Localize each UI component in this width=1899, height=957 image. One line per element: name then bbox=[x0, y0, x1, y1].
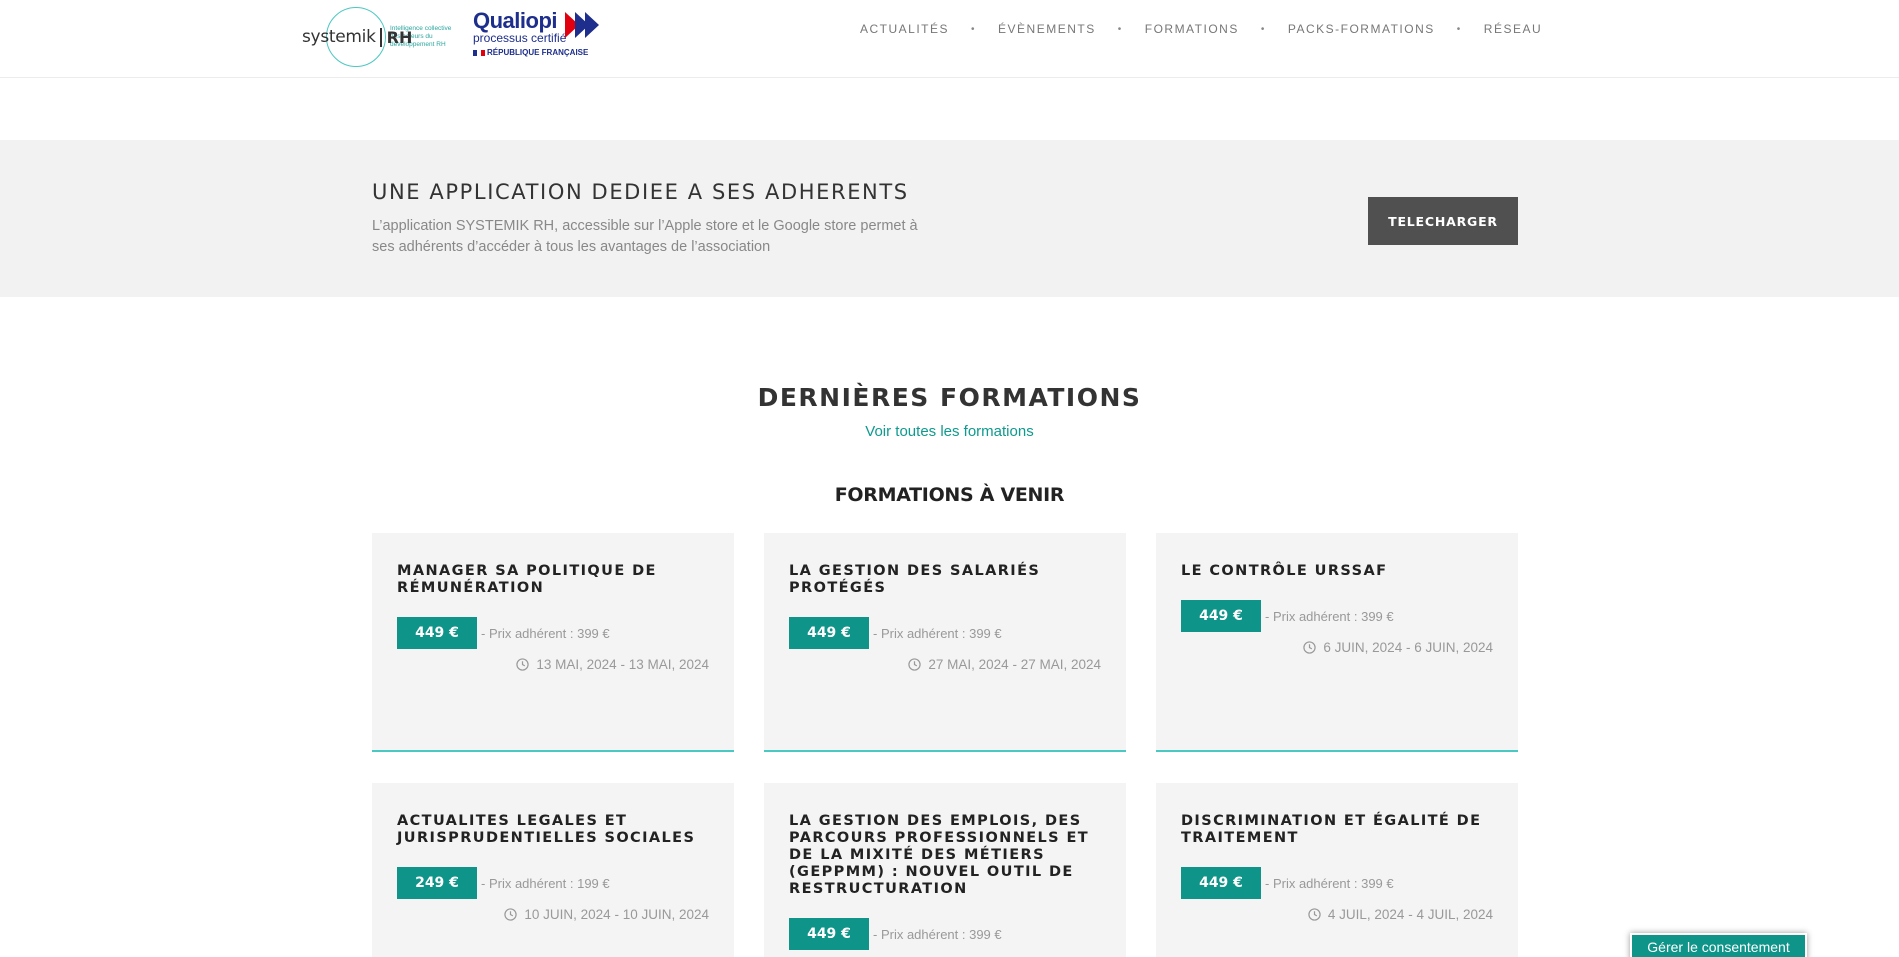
formation-title[interactable]: LA GESTION DES SALARIÉS PROTÉGÉS bbox=[789, 563, 1109, 597]
french-flag-icon bbox=[473, 49, 485, 56]
nav-separator: • bbox=[1260, 23, 1266, 35]
member-price: - Prix adhérent : 399 € bbox=[873, 625, 1002, 641]
formation-title[interactable]: MANAGER SA POLITIQUE DE RÉMUNÉRATION bbox=[397, 563, 717, 597]
formation-card[interactable]: MANAGER SA POLITIQUE DE RÉMUNÉRATION 449… bbox=[372, 533, 734, 752]
qualiopi-logo: Qualiopi processus certifié RÉPUBLIQUE F… bbox=[473, 8, 603, 68]
member-price: - Prix adhérent : 399 € bbox=[481, 625, 610, 641]
double-arrow-icon bbox=[565, 12, 599, 38]
clock-icon bbox=[908, 658, 922, 671]
formation-title[interactable]: LA GESTION DES EMPLOIS, DES PARCOURS PRO… bbox=[789, 813, 1109, 898]
formation-card[interactable]: LE CONTRÔLE URSSAF 449 € - Prix adhérent… bbox=[1156, 533, 1518, 752]
section-title: DERNIÈRES FORMATIONS bbox=[757, 383, 1142, 412]
app-promo-title: UNE APPLICATION DEDIEE A SES ADHERENTS bbox=[372, 180, 909, 204]
all-formations-link[interactable]: Voir toutes les formations bbox=[0, 423, 1899, 440]
formation-title[interactable]: DISCRIMINATION ET ÉGALITÉ DE TRAITEMENT bbox=[1181, 813, 1501, 847]
member-price: - Prix adhérent : 199 € bbox=[481, 875, 610, 891]
formation-card[interactable]: LA GESTION DES EMPLOIS, DES PARCOURS PRO… bbox=[764, 783, 1126, 957]
formation-card[interactable]: DISCRIMINATION ET ÉGALITÉ DE TRAITEMENT … bbox=[1156, 783, 1518, 957]
clock-icon bbox=[504, 908, 518, 921]
logo-rh: RH bbox=[379, 27, 412, 47]
price-row: 449 € - Prix adhérent : 399 € bbox=[789, 617, 1002, 649]
nav-separator: • bbox=[1456, 23, 1462, 35]
date-row: 10 JUIN, 2024 - 10 JUIN, 2024 bbox=[504, 907, 709, 922]
systemik-logo[interactable]: systemik RH Intelligence collective des … bbox=[302, 6, 452, 68]
price-badge: 449 € bbox=[397, 617, 477, 649]
price-row: 249 € - Prix adhérent : 199 € bbox=[397, 867, 610, 899]
nav-actualites[interactable]: ACTUALITÉS bbox=[860, 22, 949, 36]
formation-dates: 10 JUIN, 2024 - 10 JUIN, 2024 bbox=[524, 907, 709, 922]
price-badge: 449 € bbox=[1181, 867, 1261, 899]
date-row: 6 JUIN, 2024 - 6 JUIN, 2024 bbox=[1303, 640, 1493, 655]
clock-icon bbox=[1308, 908, 1321, 921]
date-row: 4 JUIL, 2024 - 4 JUIL, 2024 bbox=[1308, 907, 1493, 922]
nav-reseau[interactable]: RÉSEAU bbox=[1484, 22, 1542, 36]
consent-button[interactable]: Gérer le consentement bbox=[1630, 933, 1807, 957]
nav-separator: • bbox=[1117, 23, 1123, 35]
price-row: 449 € - Prix adhérent : 399 € bbox=[1181, 600, 1394, 632]
price-row: 449 € - Prix adhérent : 399 € bbox=[1181, 867, 1394, 899]
member-price: - Prix adhérent : 399 € bbox=[1265, 608, 1394, 624]
member-price: - Prix adhérent : 399 € bbox=[873, 926, 1002, 942]
nav-evenements[interactable]: ÉVÈNEMENTS bbox=[998, 22, 1096, 36]
app-promo-text: L’application SYSTEMIK RH, accessible su… bbox=[372, 218, 918, 255]
formation-dates: 6 JUIN, 2024 - 6 JUIN, 2024 bbox=[1323, 640, 1493, 655]
price-badge: 449 € bbox=[789, 918, 869, 950]
clock-icon bbox=[1303, 641, 1317, 654]
formation-dates: 27 MAI, 2024 - 27 MAI, 2024 bbox=[928, 657, 1101, 672]
nav-packs-formations[interactable]: PACKS-FORMATIONS bbox=[1288, 22, 1435, 36]
logo-word: systemik bbox=[302, 27, 376, 47]
formation-card[interactable]: LA GESTION DES SALARIÉS PROTÉGÉS 449 € -… bbox=[764, 533, 1126, 752]
price-badge: 249 € bbox=[397, 867, 477, 899]
site-header: systemik RH Intelligence collective des … bbox=[0, 0, 1899, 78]
date-row: 27 MAI, 2024 - 27 MAI, 2024 bbox=[908, 657, 1101, 672]
upcoming-title: FORMATIONS À VENIR bbox=[834, 484, 1065, 506]
formation-card[interactable]: ACTUALITES LEGALES ET JURISPRUDENTIELLES… bbox=[372, 783, 734, 957]
nav-formations[interactable]: FORMATIONS bbox=[1145, 22, 1239, 36]
price-badge: 449 € bbox=[789, 617, 869, 649]
formation-title[interactable]: LE CONTRÔLE URSSAF bbox=[1181, 563, 1501, 580]
date-row: 13 MAI, 2024 - 13 MAI, 2024 bbox=[516, 657, 709, 672]
app-promo-band: UNE APPLICATION DEDIEE A SES ADHERENTS L… bbox=[0, 140, 1899, 297]
clock-icon bbox=[516, 658, 530, 671]
republique-text: RÉPUBLIQUE FRANÇAISE bbox=[487, 48, 589, 57]
price-row: 449 € - Prix adhérent : 399 € bbox=[789, 918, 1002, 950]
member-price: - Prix adhérent : 399 € bbox=[1265, 875, 1394, 891]
formation-dates: 13 MAI, 2024 - 13 MAI, 2024 bbox=[536, 657, 709, 672]
price-badge: 449 € bbox=[1181, 600, 1261, 632]
nav-separator: • bbox=[971, 23, 977, 35]
download-button[interactable]: TELECHARGER bbox=[1368, 197, 1518, 245]
main-nav: ACTUALITÉS • ÉVÈNEMENTS • FORMATIONS • P… bbox=[860, 22, 1542, 36]
formation-title[interactable]: ACTUALITES LEGALES ET JURISPRUDENTIELLES… bbox=[397, 813, 717, 847]
republique-label: RÉPUBLIQUE FRANÇAISE bbox=[473, 48, 603, 57]
price-row: 449 € - Prix adhérent : 399 € bbox=[397, 617, 610, 649]
formation-dates: 4 JUIL, 2024 - 4 JUIL, 2024 bbox=[1327, 907, 1493, 922]
